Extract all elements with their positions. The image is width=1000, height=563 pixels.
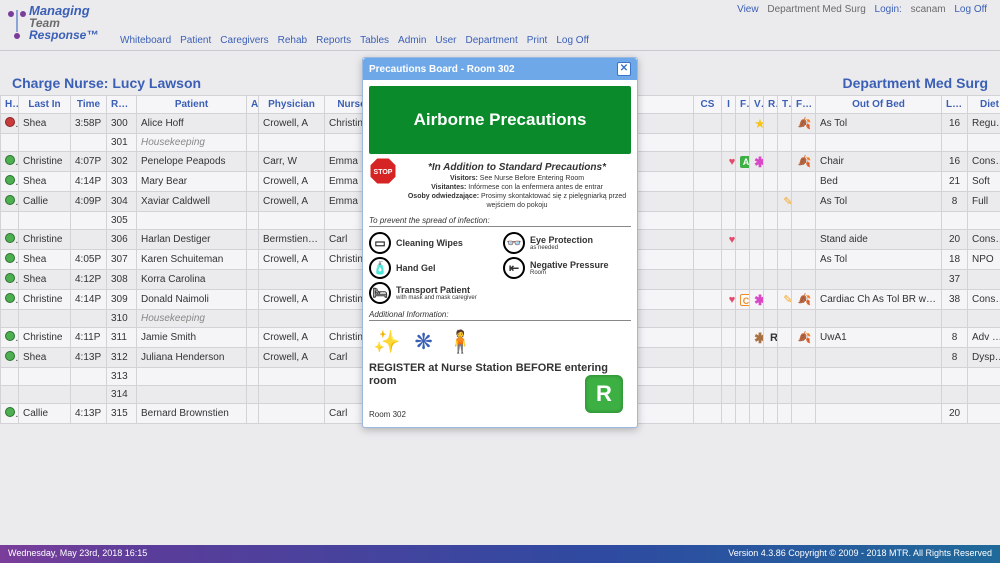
precaution-banner: Airborne Precautions <box>369 86 631 154</box>
goggles-icon: 👓 <box>503 232 525 254</box>
prec-cleaning-wipes: ▭Cleaning Wipes <box>369 232 497 254</box>
close-icon[interactable]: ✕ <box>617 62 631 76</box>
prec-negative-pressure: ⇤Negative PressureRoom <box>503 257 631 279</box>
seated-person-icon: 🧍 <box>447 329 474 355</box>
prevent-heading: To prevent the spread of infection: <box>369 216 631 227</box>
std-precautions-line: *In Addition to Standard Precautions* <box>403 162 631 173</box>
dialog-content: Airborne Precautions STOP *In Addition t… <box>363 80 637 427</box>
transport-icon: 🛏 <box>369 282 391 304</box>
footer-version: Version 4.3.86 Copyright © 2009 - 2018 M… <box>728 548 992 560</box>
wipes-icon: ▭ <box>369 232 391 254</box>
precautions-dialog: Precautions Board - Room 302 ✕ Airborne … <box>362 57 638 428</box>
precaution-grid: ▭Cleaning Wipes 👓Eye Protectionas needed… <box>369 232 631 304</box>
svg-text:STOP: STOP <box>374 169 393 176</box>
footer-datetime: Wednesday, May 23rd, 2018 16:15 <box>8 548 147 560</box>
pressure-icon: ⇤ <box>503 257 525 279</box>
dialog-title: Precautions Board - Room 302 <box>369 64 515 75</box>
prec-hand-gel: 🧴Hand Gel <box>369 257 497 279</box>
dialog-titlebar[interactable]: Precautions Board - Room 302 ✕ <box>363 58 637 80</box>
additional-heading: Additional Information: <box>369 310 631 321</box>
modal-overlay: Precautions Board - Room 302 ✕ Airborne … <box>0 0 1000 563</box>
handgel-icon: 🧴 <box>369 257 391 279</box>
status-footer: Wednesday, May 23rd, 2018 16:15 Version … <box>0 545 1000 563</box>
visitors-en: Visitors: Visitors: See Nurse Before Ent… <box>403 174 631 183</box>
sparkle-icon: ✨ <box>373 329 400 355</box>
precaution-title: Airborne Precautions <box>375 110 625 130</box>
r-button[interactable]: R <box>585 375 623 413</box>
prec-eye-protection: 👓Eye Protectionas needed <box>503 232 631 254</box>
prec-transport-patient: 🛏Transport Patientwith mask and mask car… <box>369 282 497 304</box>
additional-icons: ✨ ❋ 🧍 <box>369 327 631 357</box>
visitors-pl: Osoby odwiedzające: Prosimy skontaktować… <box>403 192 631 210</box>
stop-icon: STOP <box>369 157 397 188</box>
visitors-es: Visitantes: Infórmese con la enfermera a… <box>403 183 631 192</box>
flower-icon: ❋ <box>414 329 432 355</box>
